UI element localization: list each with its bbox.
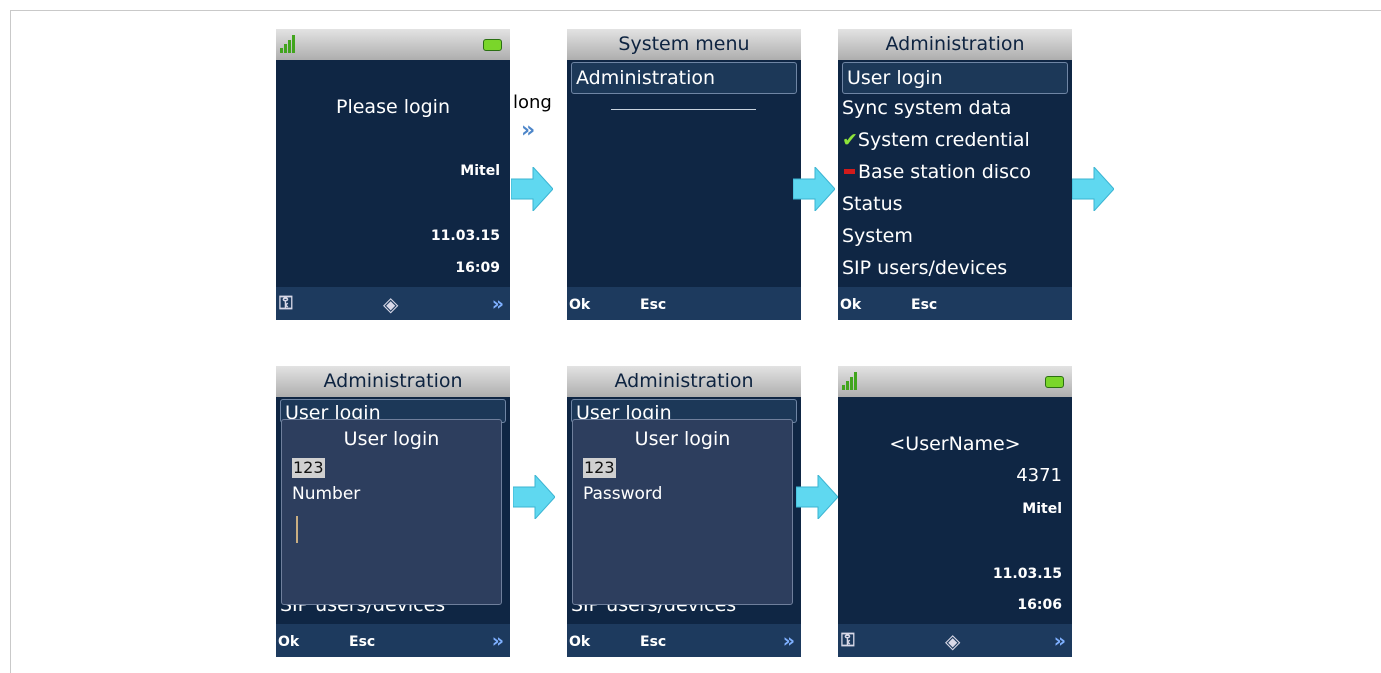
menu-item-label: Base station disco [858, 161, 1032, 183]
key-icon[interactable]: ⚿ [841, 631, 855, 651]
softkey-bar: ⚿ ◈ » [276, 287, 510, 320]
cyan-right-arrow-icon [513, 475, 555, 519]
screen-title: System menu [567, 29, 801, 60]
user-login-dialog: User login 123 Number [281, 419, 502, 605]
frame-border-top [10, 10, 1381, 11]
cyan-right-arrow-icon [796, 475, 838, 519]
menu-item-system[interactable]: System [842, 221, 1068, 251]
input-mode-indicator: 123 [583, 458, 616, 478]
input-mode-indicator: 123 [292, 458, 325, 478]
signal-icon [842, 372, 862, 390]
navigation-icon[interactable]: ◈ [945, 631, 960, 651]
phone-screen-user-login-number: Administration User login SIP users/devi… [276, 366, 510, 657]
ok-softkey[interactable]: Ok [569, 634, 590, 650]
double-chevron-icon[interactable]: » [1054, 631, 1066, 651]
phone-screen-user-login-password: Administration User login SIP users/devi… [567, 366, 801, 657]
text-cursor[interactable] [296, 516, 298, 543]
username-label: <UserName> [889, 433, 1021, 455]
esc-softkey[interactable]: Esc [640, 297, 666, 313]
key-icon[interactable]: ⚿ [279, 294, 293, 314]
dialog-title: User login [634, 428, 731, 450]
brand-label: Mitel [460, 163, 500, 179]
number-label: 4371 [1016, 465, 1062, 486]
long-press-label: long [513, 92, 552, 113]
screen-title: Administration [838, 29, 1072, 60]
time-label: 16:09 [455, 260, 500, 276]
dialog-title: User login [343, 428, 440, 450]
menu-item-base-station[interactable]: Base station disco [842, 157, 1068, 187]
ok-softkey[interactable]: Ok [278, 634, 299, 650]
softkey-bar: Ok Esc [567, 287, 801, 320]
phone-screen-system-menu: System menu Administration Ok Esc [567, 29, 801, 320]
double-chevron-icon: » [521, 118, 536, 143]
menu-item-sync-system-data[interactable]: Sync system data [842, 93, 1068, 123]
battery-icon [1045, 376, 1064, 388]
menu-item-user-login[interactable]: User login [842, 62, 1068, 94]
softkey-bar: Ok Esc » [276, 624, 510, 657]
softkey-bar: ⚿ ◈ » [838, 624, 1072, 657]
navigation-icon[interactable]: ◈ [383, 294, 398, 314]
cyan-right-arrow-icon [511, 167, 553, 211]
phone-screen-administration: Administration User login Sync system da… [838, 29, 1072, 320]
cyan-right-arrow-icon [793, 167, 835, 211]
ok-softkey[interactable]: Ok [569, 297, 590, 313]
user-login-dialog: User login 123 Password [572, 419, 793, 605]
menu-item-system-credential[interactable]: ✔System credential [842, 125, 1068, 155]
date-label: 11.03.15 [992, 566, 1062, 582]
softkey-bar: Ok Esc [838, 287, 1072, 320]
frame-border-left [10, 10, 11, 673]
softkey-bar: Ok Esc » [567, 624, 801, 657]
number-field-label: Number [292, 484, 361, 504]
menu-item-status[interactable]: Status [842, 189, 1068, 219]
double-chevron-icon[interactable]: » [492, 631, 504, 651]
screen-title: Administration [276, 366, 510, 397]
esc-softkey[interactable]: Esc [640, 634, 666, 650]
checkmark-icon: ✔ [842, 129, 858, 151]
esc-softkey[interactable]: Esc [911, 297, 937, 313]
login-prompt: Please login [336, 96, 450, 118]
menu-item-sip-users[interactable]: SIP users/devices [842, 253, 1068, 283]
time-label: 16:06 [1017, 597, 1062, 613]
double-chevron-icon[interactable]: » [492, 294, 504, 314]
menu-item-administration[interactable]: Administration [571, 62, 797, 94]
menu-item-label: System credential [857, 129, 1030, 151]
esc-softkey[interactable]: Esc [349, 634, 375, 650]
red-minus-icon [844, 168, 855, 174]
status-bar [838, 366, 1072, 397]
date-label: 11.03.15 [430, 228, 500, 244]
phone-screen-logged-in: <UserName> 4371 Mitel 11.03.15 16:06 ⚿ ◈… [838, 366, 1072, 657]
screen-title: Administration [567, 366, 801, 397]
cyan-right-arrow-icon [1072, 167, 1114, 211]
password-field-label: Password [583, 484, 663, 504]
signal-icon [280, 35, 300, 53]
brand-label: Mitel [1022, 501, 1062, 517]
status-bar [276, 29, 510, 60]
battery-icon [483, 39, 502, 51]
menu-separator [611, 109, 756, 110]
double-chevron-icon[interactable]: » [783, 631, 795, 651]
ok-softkey[interactable]: Ok [840, 297, 861, 313]
phone-screen-idle-login: Please login Mitel 11.03.15 16:09 ⚿ ◈ » [276, 29, 510, 320]
